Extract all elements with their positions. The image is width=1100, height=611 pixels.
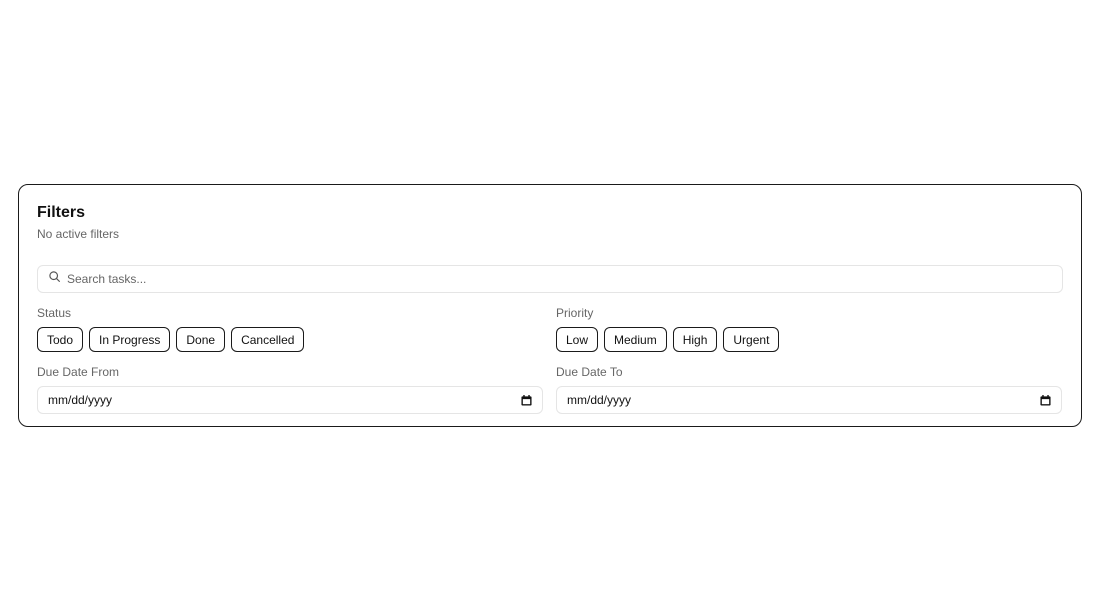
priority-label: Priority bbox=[556, 306, 594, 320]
filters-title: Filters bbox=[37, 204, 86, 221]
status-in-progress-button[interactable]: In Progress bbox=[89, 327, 171, 352]
due-date-to-filter: Due Date To mm/dd/yyyy bbox=[556, 365, 1062, 414]
status-label: Status bbox=[37, 306, 72, 320]
status-todo-button[interactable]: Todo bbox=[37, 327, 84, 352]
due-date-to-label: Due Date To bbox=[556, 365, 623, 379]
search-box[interactable] bbox=[37, 265, 1063, 293]
due-date-from-input[interactable]: mm/dd/yyyy bbox=[37, 386, 543, 414]
priority-options: Low Medium High Urgent bbox=[556, 327, 1062, 352]
search-icon bbox=[48, 270, 61, 288]
due-date-from-label: Due Date From bbox=[37, 365, 120, 379]
search-input[interactable] bbox=[67, 272, 1047, 286]
due-date-to-value: mm/dd/yyyy bbox=[567, 393, 632, 407]
priority-medium-button[interactable]: Medium bbox=[604, 327, 667, 352]
calendar-icon[interactable] bbox=[1040, 394, 1051, 406]
status-cancelled-button[interactable]: Cancelled bbox=[231, 327, 305, 352]
due-date-from-filter: Due Date From mm/dd/yyyy bbox=[37, 365, 543, 414]
priority-low-button[interactable]: Low bbox=[556, 327, 599, 352]
status-options: Todo In Progress Done Cancelled bbox=[37, 327, 543, 352]
active-filters-summary: No active filters bbox=[37, 227, 120, 241]
filters-panel: Filters No active filters Status Todo In… bbox=[18, 184, 1082, 427]
priority-high-button[interactable]: High bbox=[672, 327, 718, 352]
status-done-button[interactable]: Done bbox=[176, 327, 226, 352]
filter-grid: Status Todo In Progress Done Cancelled P… bbox=[37, 306, 1063, 414]
due-date-from-value: mm/dd/yyyy bbox=[48, 393, 113, 407]
priority-urgent-button[interactable]: Urgent bbox=[723, 327, 780, 352]
status-filter: Status Todo In Progress Done Cancelled bbox=[37, 306, 543, 352]
calendar-icon[interactable] bbox=[521, 394, 532, 406]
priority-filter: Priority Low Medium High Urgent bbox=[556, 306, 1062, 352]
due-date-to-input[interactable]: mm/dd/yyyy bbox=[556, 386, 1062, 414]
